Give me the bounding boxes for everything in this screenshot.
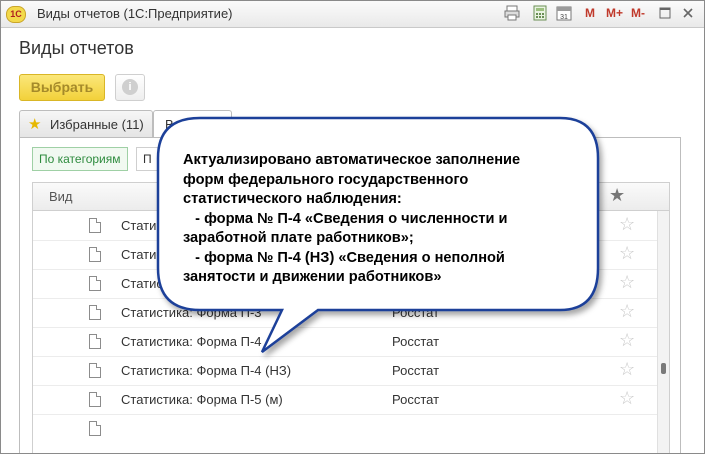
table-row[interactable]: Статистика: Форма П-3 Росстат ☆ [33,298,657,328]
document-icon [89,305,101,320]
callout-line: - форма № П-4 «Сведения о численности и [183,210,508,227]
favorite-star-icon[interactable]: ☆ [619,359,635,380]
maximize-icon[interactable] [658,5,672,21]
report-name: Статистика: Форма П-5 (м) [121,392,283,407]
report-name: Статистика: Форма П-4 (НЗ) [121,363,292,378]
window-title: Виды отчетов (1С:Предприятие) [37,6,233,21]
document-icon [89,218,101,233]
page-title: Виды отчетов [19,38,134,58]
scrollbar-thumb[interactable] [661,363,666,374]
tab-favorites[interactable]: ★ Избранные (11) [19,110,153,138]
callout-line: заработной плате работников»; [183,230,414,246]
subtab-by-category[interactable]: По категориям [32,147,128,171]
memory-plus-button[interactable]: М+ [606,6,623,20]
title-bar: 1С Виды отчетов (1С:Предприятие) 31 М М+… [1,1,704,28]
report-name: Статисти [121,218,177,233]
favorite-star-icon[interactable]: ☆ [619,214,635,235]
document-icon [89,392,101,407]
star-icon: ★ [28,116,42,133]
svg-text:31: 31 [560,14,568,21]
report-source: Росстат [392,334,440,349]
tab-all-label: Все (3 [165,117,203,132]
info-icon: i [122,79,138,95]
document-icon [89,421,101,436]
report-name: Статисти [121,276,177,291]
callout-line: занятости и движении работников» [183,269,442,285]
vertical-scrollbar[interactable] [657,211,669,453]
favorite-star-icon[interactable]: ☆ [619,301,635,322]
calculator-icon[interactable] [533,5,547,21]
callout-text: Актуализировано автоматическое заполнени… [183,151,563,288]
callout-line: Актуализировано автоматическое заполнени… [183,152,521,168]
report-name: Статистика: Форма П-4 [121,334,262,349]
print-icon[interactable] [504,5,520,21]
report-name: Статистика: Форма П-3 [121,305,262,320]
memory-minus-button[interactable]: М- [631,6,645,20]
favorite-star-icon[interactable]: ☆ [619,388,635,409]
favorite-star-icon[interactable]: ☆ [619,243,635,264]
table-row-partial[interactable] [33,414,657,443]
tab-all[interactable]: Все (3 [153,110,232,140]
memory-button[interactable]: М [585,6,595,20]
document-icon [89,276,101,291]
subtab-second[interactable]: П [136,147,159,171]
table-row[interactable]: Статистика: Форма П-4 (НЗ) Росстат ☆ [33,356,657,386]
report-source: Росстат [392,305,440,320]
table-row[interactable]: Статистика: Форма П-4 Росстат ☆ [33,327,657,357]
callout-line: форм федерального государственного [183,171,469,188]
document-icon [89,247,101,262]
callout-line: - форма № П-4 (НЗ) «Сведения о неполной [183,249,505,266]
column-header-vid[interactable]: Вид [49,189,73,204]
close-icon[interactable] [681,5,695,21]
report-source: Росстат [392,392,440,407]
calendar-icon[interactable]: 31 [556,5,572,21]
document-icon [89,363,101,378]
favorite-star-icon[interactable]: ☆ [619,330,635,351]
report-name: Статисти [121,247,177,262]
app-logo: 1С [6,6,26,23]
favorite-star-icon[interactable]: ☆ [619,272,635,293]
favorite-column-star-icon[interactable]: ★ [609,185,625,206]
document-icon [89,334,101,349]
tab-favorites-label: Избранные (11) [50,117,144,132]
report-source: Росстат [392,363,440,378]
callout-line: статистического наблюдения: [183,191,402,207]
info-button[interactable]: i [115,74,145,101]
select-button[interactable]: Выбрать [19,74,105,101]
table-row[interactable]: Статистика: Форма П-5 (м) Росстат ☆ [33,385,657,415]
